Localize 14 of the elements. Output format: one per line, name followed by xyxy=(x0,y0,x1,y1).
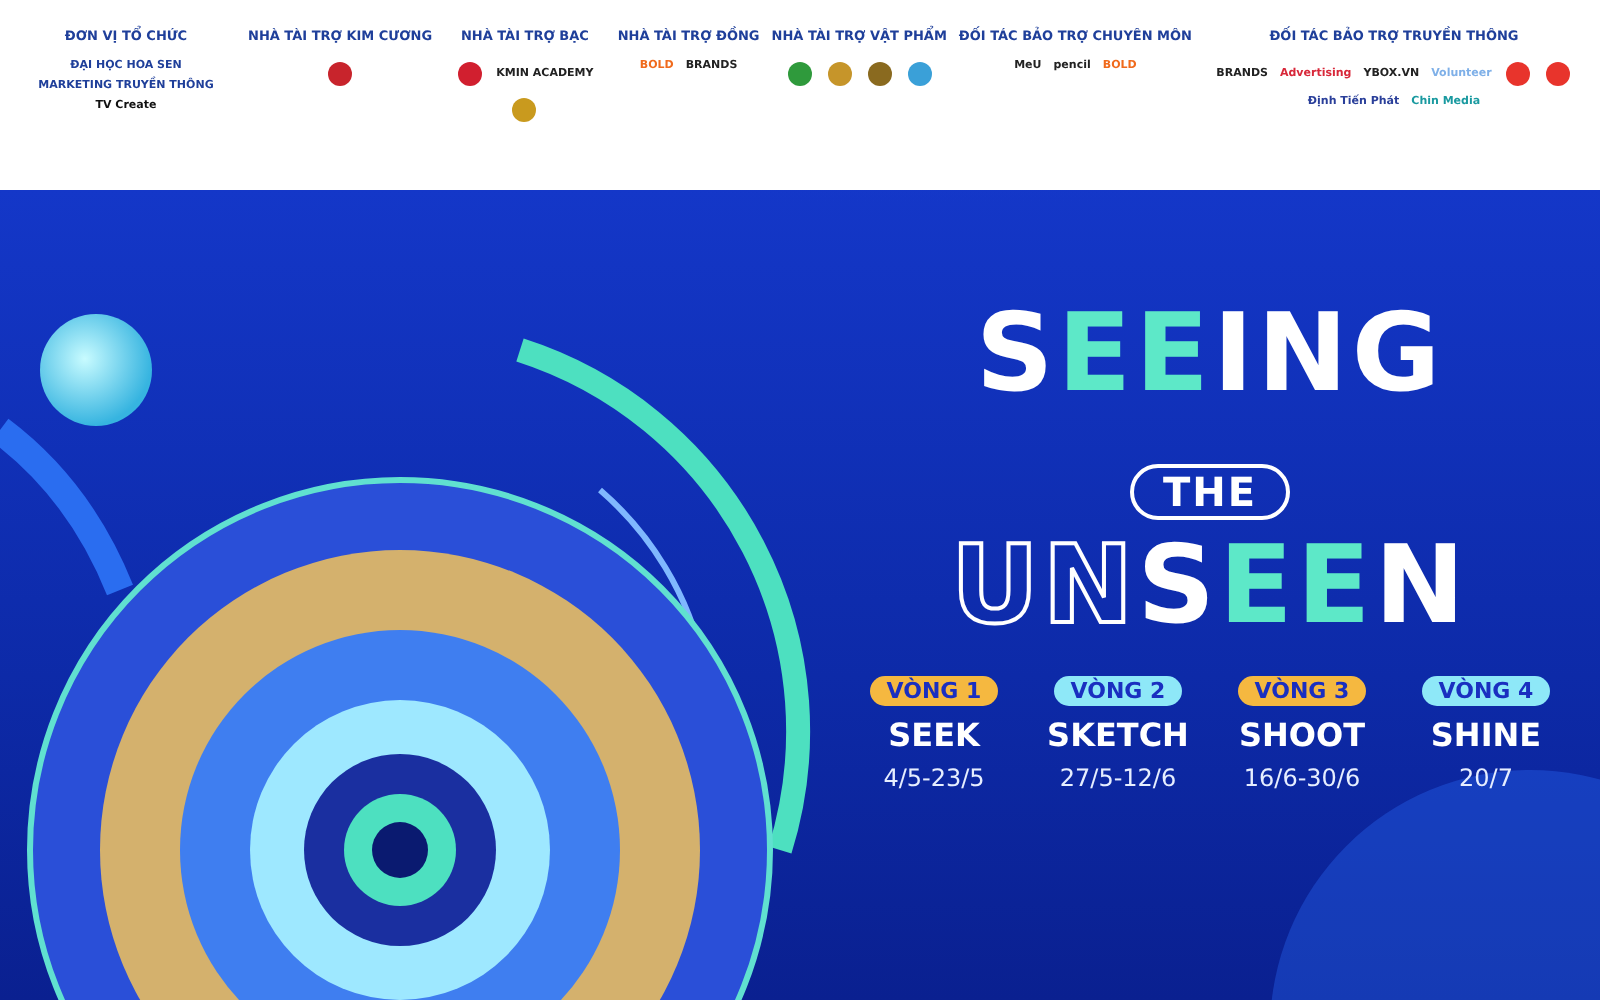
round-dates: 20/7 xyxy=(1459,764,1513,792)
round-badge: VÒNG 1 xyxy=(870,676,998,706)
round-dates: 4/5-23/5 xyxy=(883,764,985,792)
round-name: SKETCH xyxy=(1047,716,1189,754)
title-text: UNS EEN xyxy=(951,532,1469,640)
round-badge: VÒNG 2 xyxy=(1054,676,1182,706)
round-badge: VÒNG 4 xyxy=(1422,676,1550,706)
round-name: SHOOT xyxy=(1238,716,1366,754)
round-dates: 27/5-12/6 xyxy=(1059,764,1177,792)
round-badge: VÒNG 3 xyxy=(1238,676,1366,706)
round-name: SEEK xyxy=(888,716,980,754)
title-text: SEE ING xyxy=(975,300,1445,408)
round-dates: 16/6-30/6 xyxy=(1243,764,1361,792)
round-name: SHINE xyxy=(1430,716,1542,754)
